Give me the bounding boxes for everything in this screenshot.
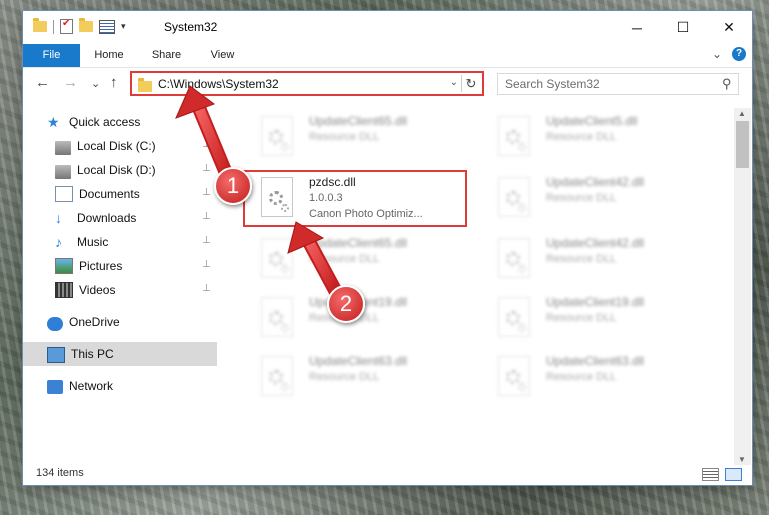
step-1-callout: 1	[214, 167, 252, 205]
step-2-callout: 2	[327, 285, 365, 323]
annotation-arrows	[175, 85, 343, 299]
arrow-2	[287, 221, 343, 299]
arrow-1	[175, 85, 235, 185]
